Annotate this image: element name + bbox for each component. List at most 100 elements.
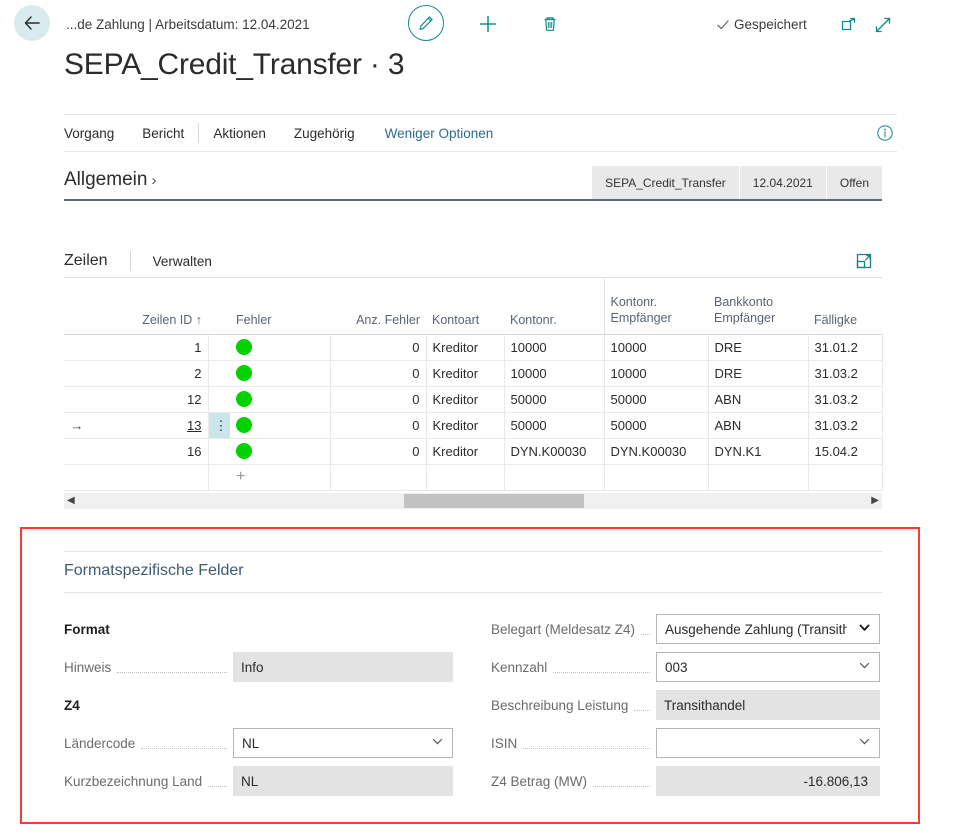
cell-kontonr[interactable]: 50000 — [504, 412, 604, 438]
col-fehler[interactable]: Fehler — [230, 279, 330, 334]
cell-zeilen-id[interactable]: 2 — [90, 360, 208, 386]
cell-faelligkeit[interactable]: 31.03.2 — [808, 386, 882, 412]
cell-zeilen-id[interactable]: 13 — [90, 412, 208, 438]
cell-kontonr[interactable]: 10000 — [504, 360, 604, 386]
col-kontoart[interactable]: Kontoart — [426, 279, 504, 334]
field-input-isin[interactable] — [656, 728, 880, 758]
cell-kontonr[interactable]: DYN.K00030 — [504, 438, 604, 464]
col-bankkonto-empfaenger[interactable]: Bankkonto Empfänger — [708, 279, 808, 334]
row-menu-button[interactable]: ⋮ — [208, 412, 230, 438]
cell-anz-fehler[interactable]: 0 — [330, 386, 426, 412]
cell-kontonr[interactable]: 50000 — [504, 386, 604, 412]
cell-zeilen-id[interactable]: 12 — [90, 386, 208, 412]
col-zeilen-id[interactable]: Zeilen ID ↑ — [90, 279, 208, 334]
field-laendercode: Ländercode NL — [64, 728, 453, 758]
cell-kontonr[interactable]: 10000 — [504, 334, 604, 360]
chevron-down-icon[interactable] — [858, 659, 871, 675]
chevron-down-icon[interactable] — [431, 735, 444, 751]
cell-anz-fehler[interactable]: 0 — [330, 360, 426, 386]
cell-zeilen-id[interactable]: 1 — [90, 334, 208, 360]
field-input-kennzahl[interactable]: 003 — [656, 652, 880, 682]
row-indicator: → — [64, 412, 90, 438]
lines-title: Zeilen — [64, 252, 108, 270]
general-section-title[interactable]: Allgemein› — [64, 169, 156, 191]
cell-bankkonto-empfaenger[interactable]: DRE — [708, 360, 808, 386]
cell-kontonr-empfaenger[interactable]: 50000 — [604, 386, 708, 412]
chevron-down-icon[interactable] — [858, 735, 871, 751]
delete-button[interactable] — [536, 10, 564, 38]
cell-faelligkeit[interactable]: 31.01.2 — [808, 334, 882, 360]
lines-manage-button[interactable]: Verwalten — [153, 254, 212, 269]
back-button[interactable] — [14, 5, 50, 41]
scrollbar-thumb[interactable] — [404, 494, 584, 508]
new-button[interactable] — [474, 10, 502, 38]
info-button[interactable] — [875, 123, 895, 143]
ribbon-item-aktionen[interactable]: Aktionen — [213, 126, 266, 141]
row-menu-cell[interactable] — [208, 360, 230, 386]
new-row-id-cell[interactable] — [90, 464, 208, 490]
field-label-beschreibung-leistung: Beschreibung Leistung — [491, 698, 628, 713]
col-anz-fehler[interactable]: Anz. Fehler — [330, 279, 426, 334]
ribbon-item-vorgang[interactable]: Vorgang — [64, 126, 114, 141]
cell-bankkonto-empfaenger[interactable]: DRE — [708, 334, 808, 360]
cell-kontoart[interactable]: Kreditor — [426, 360, 504, 386]
row-menu-cell[interactable] — [208, 334, 230, 360]
expand-button[interactable] — [872, 14, 894, 36]
cell-kontoart[interactable]: Kreditor — [426, 386, 504, 412]
cell-fehler — [230, 360, 330, 386]
cell-zeilen-id[interactable]: 16 — [90, 438, 208, 464]
row-menu-cell[interactable] — [208, 386, 230, 412]
status-dot-green — [236, 339, 252, 355]
scroll-right-icon[interactable]: ▶ — [871, 495, 879, 506]
chevron-down-icon[interactable] — [858, 621, 871, 637]
field-select-belegart[interactable]: Ausgehende Zahlung (Transith — [656, 614, 880, 644]
table-row[interactable]: 1 0 Kreditor 10000 10000 DRE 31.01.2 — [64, 334, 882, 360]
saved-label: Gespeichert — [734, 17, 807, 32]
table-new-row[interactable]: + — [64, 464, 882, 490]
label-leader-dots — [593, 786, 650, 787]
table-row[interactable]: 16 0 Kreditor DYN.K00030 DYN.K00030 DYN.… — [64, 438, 882, 464]
cell-anz-fehler[interactable]: 0 — [330, 438, 426, 464]
row-indicator — [64, 464, 90, 490]
cell-kontoart[interactable]: Kreditor — [426, 438, 504, 464]
cell-bankkonto-empfaenger[interactable]: DYN.K1 — [708, 438, 808, 464]
col-kontonr-empfaenger[interactable]: Kontonr. Empfänger — [604, 279, 708, 334]
breadcrumb[interactable]: ...de Zahlung | Arbeitsdatum: 12.04.2021 — [66, 17, 310, 32]
lines-expand-button[interactable] — [854, 251, 874, 271]
cell-faelligkeit[interactable]: 31.03.2 — [808, 412, 882, 438]
table-row[interactable]: 12 0 Kreditor 50000 50000 ABN 31.03.2 — [64, 386, 882, 412]
cell-kontoart[interactable]: Kreditor — [426, 334, 504, 360]
new-row-cell — [604, 464, 708, 490]
cell-faelligkeit[interactable]: 31.03.2 — [808, 360, 882, 386]
cell-kontonr-empfaenger[interactable]: 50000 — [604, 412, 708, 438]
ribbon-item-zugehoerig[interactable]: Zugehörig — [294, 126, 355, 141]
page-title: SEPA_Credit_Transfer · 3 — [64, 48, 404, 82]
cell-anz-fehler[interactable]: 0 — [330, 412, 426, 438]
edit-button[interactable] — [408, 5, 444, 41]
col-kontonr[interactable]: Kontonr. — [504, 279, 604, 334]
field-input-laendercode[interactable]: NL — [233, 728, 453, 758]
ribbon-item-weniger-optionen[interactable]: Weniger Optionen — [385, 126, 494, 141]
expand-icon — [874, 16, 892, 34]
cell-kontonr-empfaenger[interactable]: DYN.K00030 — [604, 438, 708, 464]
scroll-left-icon[interactable]: ◀ — [67, 495, 75, 506]
grid-horizontal-scrollbar[interactable]: ◀ ▶ — [64, 493, 882, 509]
open-in-new-window-button[interactable] — [838, 14, 860, 36]
cell-bankkonto-empfaenger[interactable]: ABN — [708, 386, 808, 412]
info-icon — [876, 124, 894, 142]
new-row-cell — [330, 464, 426, 490]
col-faelligkeit[interactable]: Fälligke — [808, 279, 882, 334]
cell-kontonr-empfaenger[interactable]: 10000 — [604, 360, 708, 386]
ribbon-item-bericht[interactable]: Bericht — [142, 126, 184, 141]
cell-bankkonto-empfaenger[interactable]: ABN — [708, 412, 808, 438]
badge-date: 12.04.2021 — [740, 166, 827, 199]
row-menu-cell[interactable] — [208, 438, 230, 464]
cell-kontoart[interactable]: Kreditor — [426, 412, 504, 438]
cell-anz-fehler[interactable]: 0 — [330, 334, 426, 360]
cell-faelligkeit[interactable]: 15.04.2 — [808, 438, 882, 464]
cell-kontonr-empfaenger[interactable]: 10000 — [604, 334, 708, 360]
table-row-selected[interactable]: → 13 ⋮ 0 Kreditor 50000 50000 ABN 31.03.… — [64, 412, 882, 438]
new-row-button[interactable]: + — [230, 464, 330, 490]
field-kennzahl: Kennzahl 003 — [491, 652, 880, 682]
table-row[interactable]: 2 0 Kreditor 10000 10000 DRE 31.03.2 — [64, 360, 882, 386]
